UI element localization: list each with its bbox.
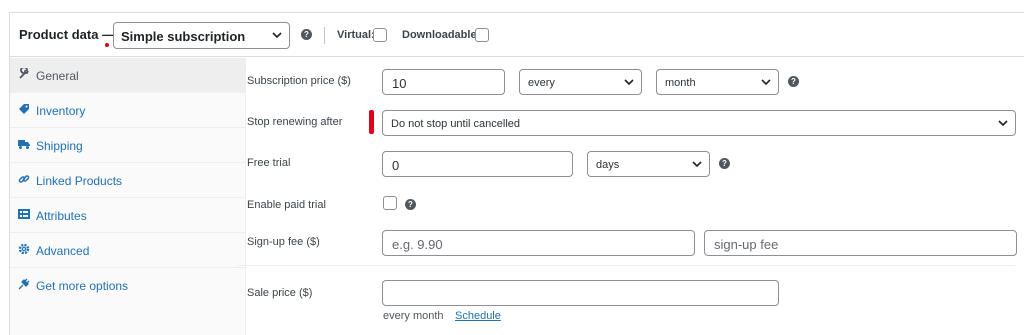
- tab-attributes[interactable]: Attributes: [10, 198, 246, 233]
- tag-icon: [19, 104, 29, 114]
- billing-period-select[interactable]: every: [519, 69, 642, 95]
- virtual-label: Virtual:: [337, 29, 375, 41]
- tab-get-more-options-label: Get more options: [36, 279, 129, 293]
- billing-period-value: every: [528, 77, 555, 89]
- tab-shipping[interactable]: Shipping: [10, 128, 246, 163]
- tab-advanced-label: Advanced: [36, 244, 90, 258]
- paid-trial-label: Enable paid trial: [247, 199, 326, 211]
- product-type-select[interactable]: Simple subscription: [113, 22, 290, 49]
- billing-interval-select[interactable]: month: [656, 69, 779, 95]
- free-trial-label: Free trial: [247, 157, 291, 169]
- signup-fee-placeholder: e.g. 9.90: [392, 237, 443, 252]
- gear-icon: [18, 243, 30, 255]
- list-icon: [18, 209, 30, 219]
- chevron-down-icon: [624, 79, 634, 86]
- red-dot-marker: [105, 43, 109, 47]
- tab-advanced[interactable]: Advanced: [10, 233, 246, 268]
- subscription-price-input[interactable]: 10: [382, 69, 505, 95]
- paid-trial-checkbox[interactable]: [383, 196, 397, 210]
- tab-linked-products-label: Linked Products: [36, 174, 123, 188]
- product-data-tabs: General Inventory Shipping Linked Produc…: [10, 58, 246, 335]
- sale-price-input[interactable]: [382, 280, 779, 306]
- section-divider: [237, 265, 1015, 266]
- stop-renewing-value: Do not stop until cancelled: [391, 118, 521, 130]
- sale-price-label: Sale price ($): [247, 287, 313, 299]
- tab-inventory[interactable]: Inventory: [10, 93, 246, 128]
- downloadable-label: Downloadable:: [402, 29, 481, 41]
- subscription-price-label: Subscription price ($): [247, 75, 351, 87]
- downloadable-checkbox[interactable]: [475, 28, 489, 42]
- tab-inventory-label: Inventory: [36, 104, 86, 118]
- schedule-link[interactable]: Schedule: [455, 310, 501, 322]
- product-type-value: Simple subscription: [121, 29, 246, 44]
- chevron-down-icon: [998, 120, 1008, 127]
- sale-price-period-text: every month: [383, 310, 444, 322]
- signup-fee-period-placeholder: sign-up fee: [714, 237, 779, 252]
- chevron-down-icon: [761, 79, 771, 86]
- wrench-icon: [19, 68, 29, 79]
- signup-fee-label: Sign-up fee ($): [247, 236, 320, 248]
- product-data-title: Product data —: [19, 27, 116, 42]
- tab-get-more-options[interactable]: Get more options: [10, 268, 246, 303]
- signup-fee-period-input[interactable]: sign-up fee: [704, 230, 1017, 256]
- chevron-down-icon: [272, 32, 282, 39]
- help-icon[interactable]: ?: [301, 29, 312, 40]
- link-icon: [18, 175, 30, 183]
- stop-renewing-select[interactable]: Do not stop until cancelled: [382, 110, 1016, 136]
- header-divider: [324, 27, 325, 44]
- chevron-down-icon: [692, 161, 702, 168]
- tab-linked-products[interactable]: Linked Products: [10, 163, 246, 198]
- truck-icon: [18, 140, 30, 149]
- signup-fee-input[interactable]: e.g. 9.90: [382, 230, 695, 256]
- free-trial-unit-select[interactable]: days: [587, 151, 710, 177]
- plugin-icon: [18, 278, 30, 290]
- tab-general-label: General: [36, 69, 79, 83]
- product-data-header: Product data — Simple subscription ? Vir…: [10, 13, 1024, 57]
- billing-interval-value: month: [665, 77, 696, 89]
- tab-shipping-label: Shipping: [36, 139, 83, 153]
- help-icon[interactable]: ?: [788, 76, 799, 87]
- subscription-price-value: 10: [392, 76, 407, 91]
- help-icon[interactable]: ?: [405, 199, 416, 210]
- red-highlight-marker: [369, 110, 374, 134]
- help-icon[interactable]: ?: [719, 158, 730, 169]
- tab-general[interactable]: General: [10, 58, 246, 93]
- tab-attributes-label: Attributes: [36, 209, 87, 223]
- free-trial-value: 0: [392, 158, 400, 173]
- free-trial-input[interactable]: 0: [382, 151, 573, 177]
- stop-renewing-label: Stop renewing after: [247, 116, 343, 128]
- virtual-checkbox[interactable]: [373, 28, 387, 42]
- free-trial-unit-value: days: [596, 159, 620, 171]
